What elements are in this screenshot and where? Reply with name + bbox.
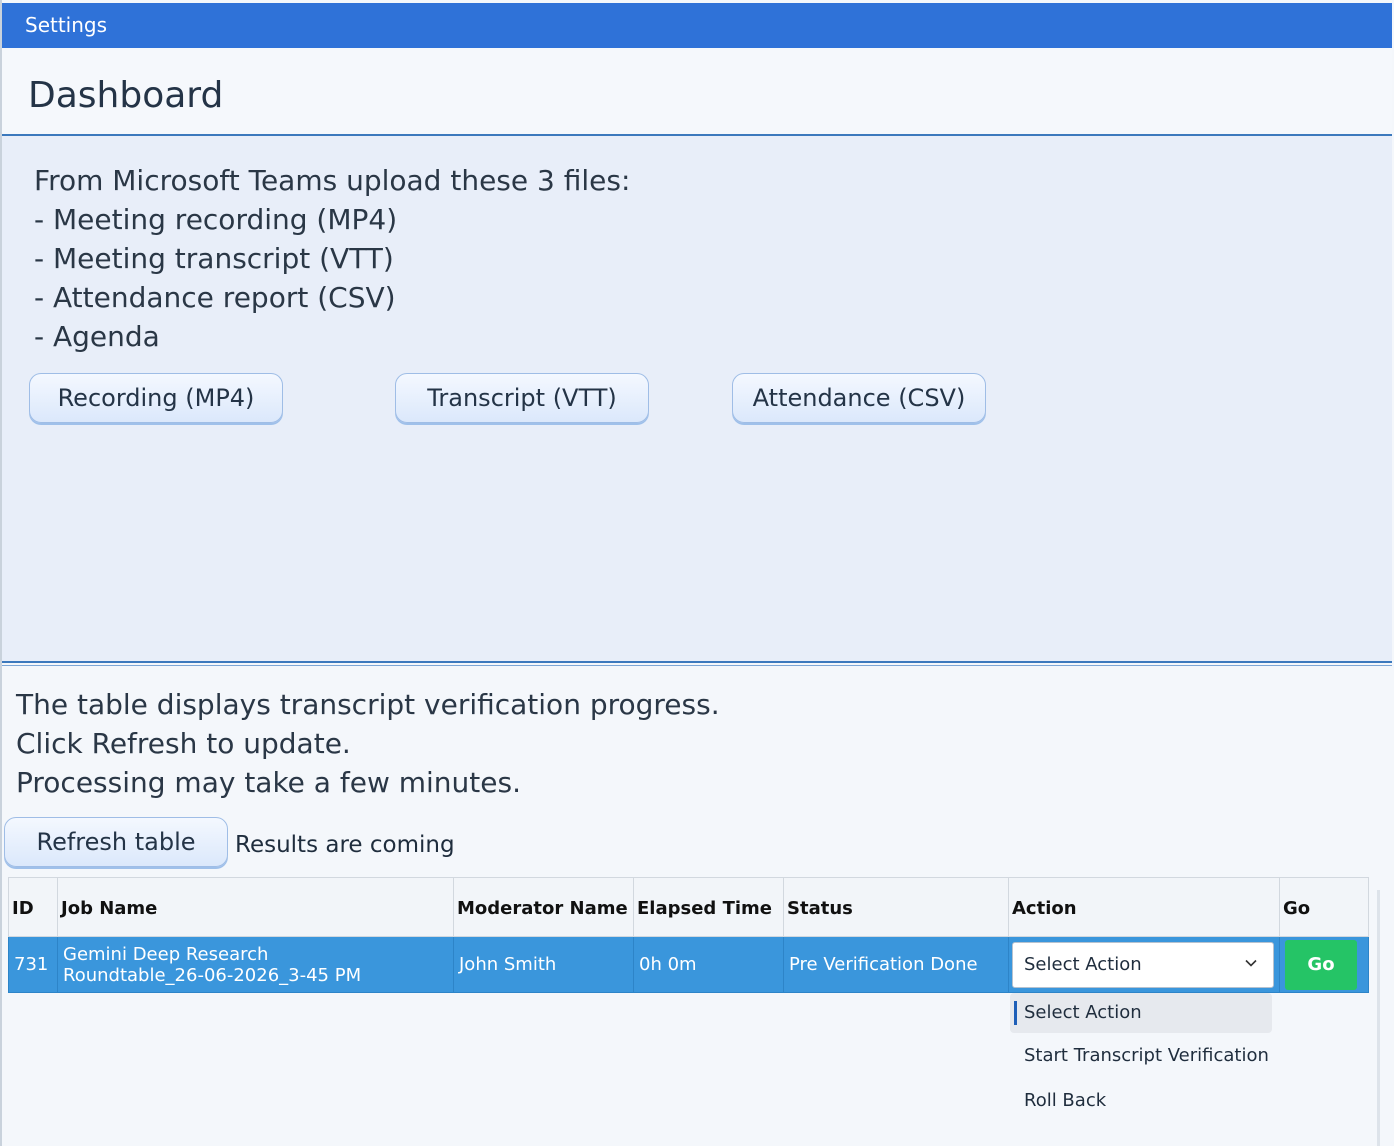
job-name-line: Roundtable_26-06-2026_3-45 PM	[63, 964, 362, 986]
refresh-table-button[interactable]: Refresh table	[4, 817, 228, 867]
dropdown-option-start-verification[interactable]: Start Transcript Verification	[1010, 1035, 1272, 1080]
column-header-go[interactable]: Go	[1279, 877, 1369, 937]
section-divider-secondary	[2, 665, 1392, 666]
table-info-line: Click Refresh to update.	[16, 727, 351, 760]
page-title: Dashboard	[28, 75, 224, 116]
chevron-down-icon	[1245, 959, 1257, 967]
cell-go: Go	[1279, 936, 1369, 993]
title-bar: Settings	[2, 3, 1392, 48]
go-button[interactable]: Go	[1285, 939, 1357, 990]
upload-transcript-button[interactable]: Transcript (VTT)	[395, 373, 649, 423]
column-header-moderator[interactable]: Moderator Name	[453, 877, 634, 937]
upload-recording-button[interactable]: Recording (MP4)	[29, 373, 283, 423]
section-divider	[2, 661, 1392, 663]
settings-window: Settings Dashboard From Microsoft Teams …	[0, 0, 1394, 1146]
instruction-item: - Meeting recording (MP4)	[34, 203, 398, 236]
instruction-item: - Meeting transcript (VTT)	[34, 242, 394, 275]
column-header-elapsed[interactable]: Elapsed Time	[633, 877, 784, 937]
cell-elapsed: 0h 0m	[633, 936, 784, 993]
instruction-item: - Attendance report (CSV)	[34, 281, 396, 314]
action-select[interactable]: Select Action	[1012, 941, 1274, 988]
column-header-id[interactable]: ID	[8, 877, 58, 937]
column-header-job-name[interactable]: Job Name	[57, 877, 454, 937]
dropdown-option-roll-back[interactable]: Roll Back	[1010, 1080, 1272, 1125]
column-header-action[interactable]: Action	[1008, 877, 1280, 937]
table-row[interactable]: 731 Gemini Deep Research Roundtable_26-0…	[8, 936, 1369, 993]
action-dropdown-menu: Select Action Start Transcript Verificat…	[1010, 993, 1272, 1125]
upload-attendance-button[interactable]: Attendance (CSV)	[732, 373, 986, 423]
window-title: Settings	[25, 13, 108, 37]
job-name-line: Gemini Deep Research	[63, 943, 269, 965]
column-header-status[interactable]: Status	[783, 877, 1009, 937]
cell-status: Pre Verification Done	[783, 936, 1009, 993]
page-header: Dashboard	[2, 48, 1392, 136]
dropdown-option-select-action[interactable]: Select Action	[1010, 993, 1272, 1033]
instruction-item: - Agenda	[34, 320, 160, 353]
upload-panel: From Microsoft Teams upload these 3 file…	[2, 136, 1392, 661]
instructions-heading: From Microsoft Teams upload these 3 file…	[34, 164, 631, 197]
cell-action: Select Action	[1008, 936, 1280, 993]
cell-moderator: John Smith	[453, 936, 634, 993]
table-info-line: The table displays transcript verificati…	[16, 688, 720, 721]
results-status-text: Results are coming	[235, 832, 455, 858]
cell-job-name: Gemini Deep Research Roundtable_26-06-20…	[57, 936, 454, 993]
cell-id: 731	[8, 936, 58, 993]
jobs-table: ID Job Name Moderator Name Elapsed Time …	[8, 877, 1369, 993]
table-scrollbar[interactable]	[1377, 890, 1380, 1146]
table-info-line: Processing may take a few minutes.	[16, 766, 521, 799]
action-select-value: Select Action	[1024, 953, 1142, 975]
table-header-row: ID Job Name Moderator Name Elapsed Time …	[8, 877, 1369, 937]
